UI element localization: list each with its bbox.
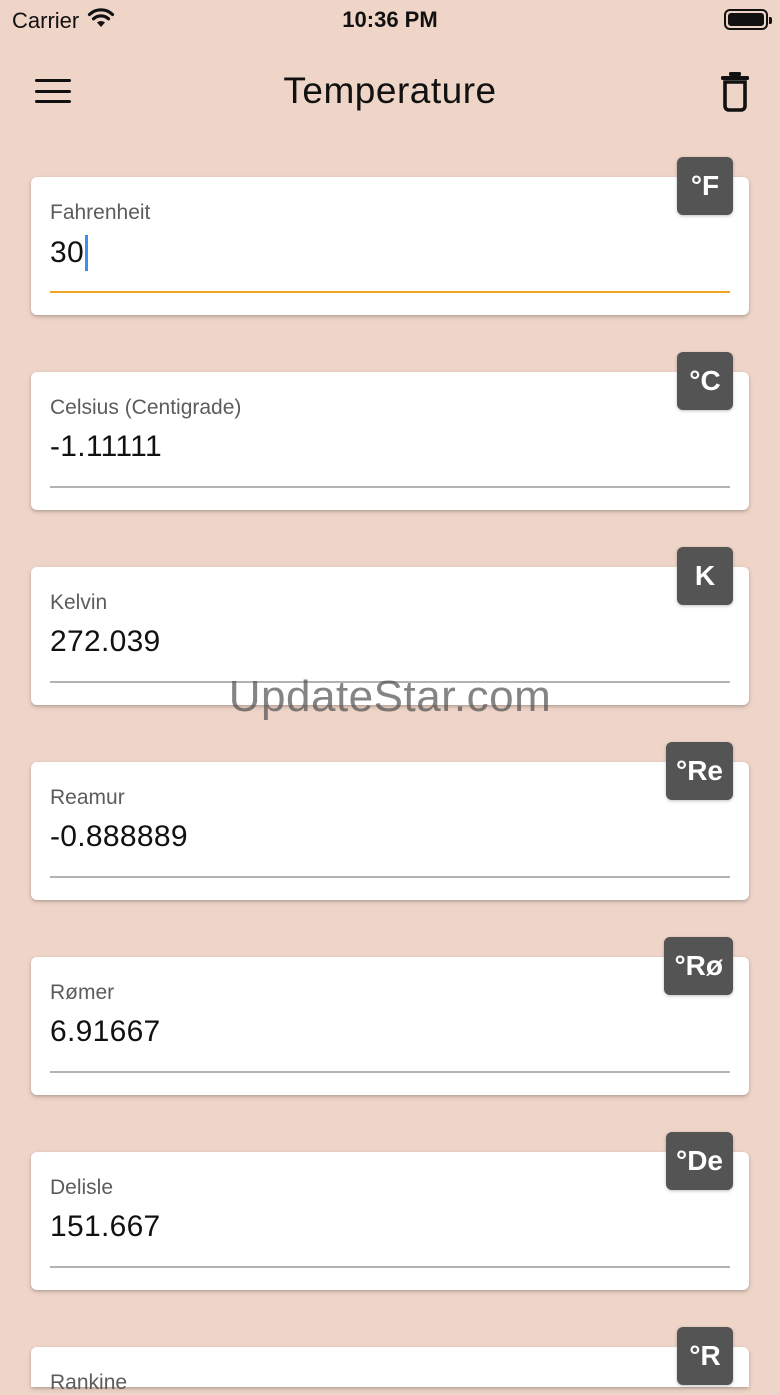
status-time: 10:36 PM: [342, 7, 438, 32]
celsius-underline: [50, 486, 730, 488]
fahrenheit-value: 30: [50, 236, 84, 269]
romer-underline: [50, 1071, 730, 1073]
romer-unit-badge[interactable]: °Rø: [664, 937, 733, 995]
trash-icon[interactable]: [718, 70, 752, 112]
celsius-value: -1.11111: [50, 430, 162, 463]
rankine-label: Rankine: [50, 1371, 128, 1394]
status-bar: Carrier 10:36 PM: [0, 0, 780, 40]
celsius-card[interactable]: Celsius (Centigrade) -1.11111 °C: [31, 352, 749, 510]
app-bar: Temperature: [0, 56, 780, 126]
kelvin-card[interactable]: Kelvin 272.039 K: [31, 547, 749, 705]
fahrenheit-label: Fahrenheit: [50, 201, 151, 224]
battery-icon: [724, 9, 772, 30]
delisle-underline: [50, 1266, 730, 1268]
delisle-input[interactable]: 151.667: [50, 1210, 161, 1244]
fahrenheit-input[interactable]: 30: [50, 235, 88, 271]
celsius-unit-badge[interactable]: °C: [677, 352, 733, 410]
romer-value: 6.91667: [50, 1015, 161, 1048]
reamur-unit-badge[interactable]: °Re: [666, 742, 733, 800]
celsius-label: Celsius (Centigrade): [50, 396, 242, 419]
kelvin-label: Kelvin: [50, 591, 108, 614]
reamur-input[interactable]: -0.888889: [50, 820, 188, 854]
delisle-unit-badge[interactable]: °De: [666, 1132, 733, 1190]
fahrenheit-unit-badge[interactable]: °F: [677, 157, 733, 215]
reamur-label: Reamur: [50, 786, 125, 809]
fahrenheit-underline: [50, 291, 730, 293]
romer-input[interactable]: 6.91667: [50, 1015, 161, 1049]
text-caret: [84, 235, 88, 271]
fahrenheit-card[interactable]: Fahrenheit 30 °F: [31, 157, 749, 315]
kelvin-unit-badge[interactable]: K: [677, 547, 733, 605]
reamur-value: -0.888889: [50, 820, 188, 853]
romer-card[interactable]: Rømer 6.91667 °Rø: [31, 937, 749, 1095]
delisle-value: 151.667: [50, 1210, 161, 1243]
reamur-underline: [50, 876, 730, 878]
rankine-unit-badge[interactable]: °R: [677, 1327, 733, 1385]
reamur-card[interactable]: Reamur -0.888889 °Re: [31, 742, 749, 900]
delisle-card[interactable]: Delisle 151.667 °De: [31, 1132, 749, 1290]
celsius-input[interactable]: -1.11111: [50, 430, 162, 464]
rankine-card[interactable]: Rankine °R: [31, 1327, 749, 1394]
page-title: Temperature: [283, 70, 497, 111]
romer-label: Rømer: [50, 981, 115, 1004]
kelvin-underline: [50, 681, 730, 683]
kelvin-input[interactable]: 272.039: [50, 625, 161, 659]
delisle-label: Delisle: [50, 1176, 114, 1199]
kelvin-value: 272.039: [50, 625, 161, 658]
